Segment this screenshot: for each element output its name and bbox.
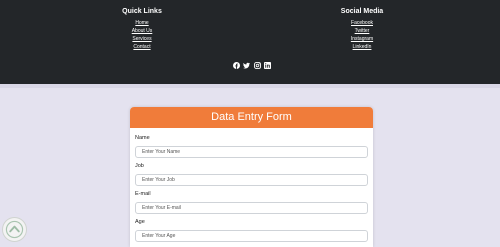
facebook-icon[interactable] bbox=[233, 61, 240, 69]
linkedin-icon[interactable] bbox=[263, 61, 271, 69]
email-field: E-mail bbox=[135, 191, 368, 214]
data-entry-form: Data Entry Form Name Job E-mail Age bbox=[130, 107, 373, 247]
email-input[interactable] bbox=[135, 202, 368, 214]
footer-link-services[interactable]: Services bbox=[102, 35, 182, 43]
job-label: Job bbox=[135, 163, 144, 169]
email-label: E-mail bbox=[135, 191, 151, 197]
main-content: Data Entry Form Name Job E-mail Age bbox=[0, 84, 500, 247]
chevron-up-icon bbox=[5, 220, 24, 239]
form-title: Data Entry Form bbox=[130, 107, 373, 128]
scroll-to-top-button[interactable] bbox=[2, 217, 27, 242]
site-footer: Quick Links Home About Us Services Conta… bbox=[0, 0, 500, 84]
age-input[interactable] bbox=[135, 230, 368, 242]
name-input[interactable] bbox=[135, 146, 368, 158]
footer-link-linkedin[interactable]: LinkedIn bbox=[322, 43, 402, 51]
name-label: Name bbox=[135, 135, 150, 141]
footer-link-twitter[interactable]: Twitter bbox=[322, 27, 402, 35]
section-divider bbox=[0, 84, 500, 88]
footer-link-facebook[interactable]: Facebook bbox=[322, 19, 402, 27]
job-field: Job bbox=[135, 163, 368, 186]
social-media-heading: Social Media bbox=[340, 8, 384, 15]
social-icons-row bbox=[233, 61, 271, 69]
instagram-icon[interactable] bbox=[253, 61, 261, 69]
social-media-section: Social Media Facebook Twitter Instagram … bbox=[322, 7, 402, 51]
footer-link-home[interactable]: Home bbox=[102, 19, 182, 27]
twitter-icon[interactable] bbox=[243, 62, 251, 69]
name-field: Name bbox=[135, 135, 368, 158]
job-input[interactable] bbox=[135, 174, 368, 186]
footer-link-instagram[interactable]: Instagram bbox=[322, 35, 402, 43]
quick-links-section: Quick Links Home About Us Services Conta… bbox=[102, 7, 182, 51]
footer-link-about-us[interactable]: About Us bbox=[102, 27, 182, 35]
age-label: Age bbox=[135, 219, 145, 225]
footer-link-contact[interactable]: Contact bbox=[102, 43, 182, 51]
quick-links-heading: Quick Links bbox=[122, 8, 162, 15]
age-field: Age bbox=[135, 219, 368, 242]
